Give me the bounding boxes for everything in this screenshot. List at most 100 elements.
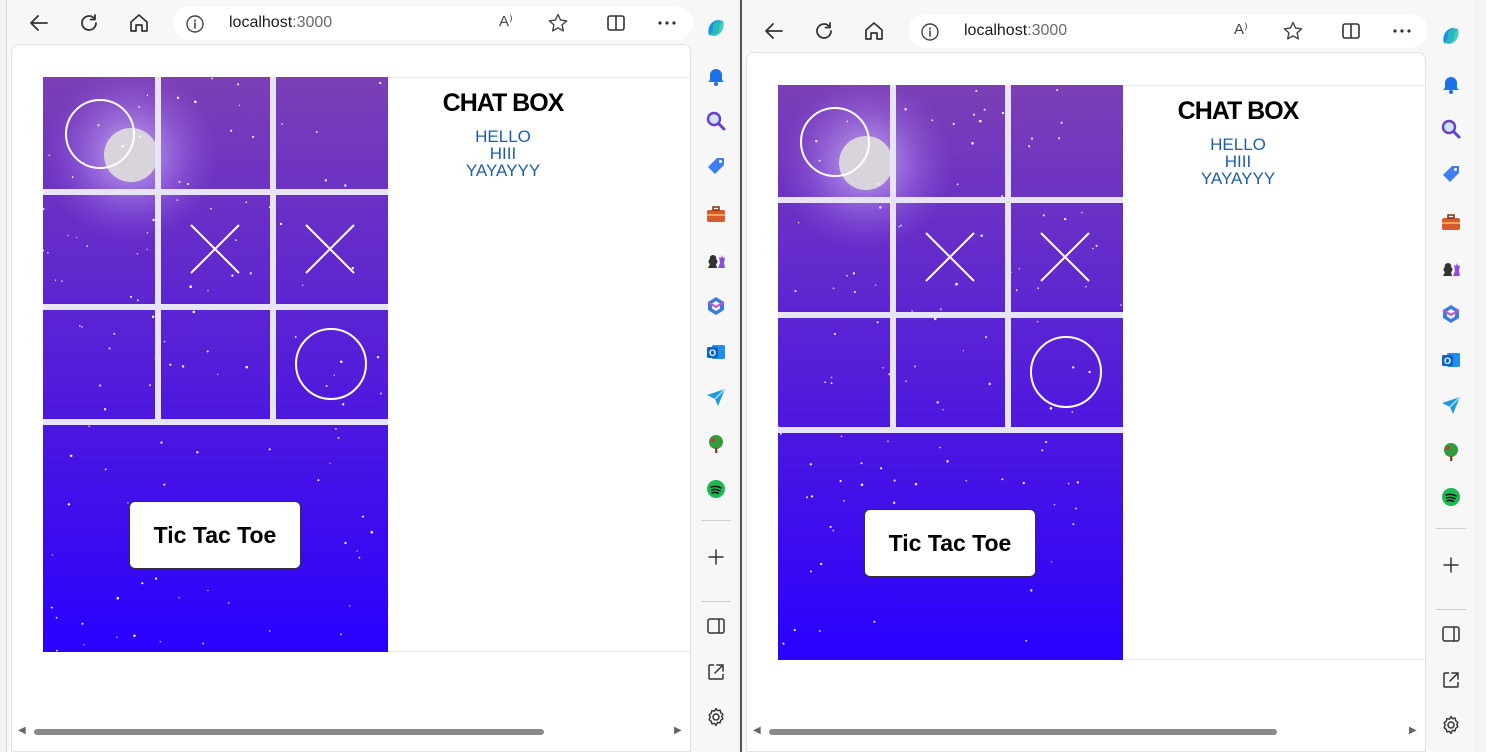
board-cell[interactable]	[1011, 85, 1123, 197]
copilot-icon[interactable]	[701, 13, 731, 43]
star-dot	[334, 427, 337, 430]
favorite-star-icon[interactable]	[1282, 20, 1304, 47]
star-dot	[337, 437, 340, 439]
tree-icon[interactable]	[701, 429, 731, 459]
star-dot	[843, 499, 845, 502]
read-aloud-icon[interactable]: A⁾	[499, 12, 513, 30]
notifications-bell-icon[interactable]	[1436, 69, 1466, 99]
star-dot	[81, 622, 84, 625]
star-dot	[329, 462, 331, 464]
horizontal-scrollbar[interactable]: ◀ ▶	[747, 725, 1425, 739]
add-icon[interactable]	[1436, 550, 1466, 580]
star-dot	[196, 451, 199, 454]
board-cell[interactable]	[276, 77, 388, 189]
tree-icon[interactable]	[1436, 437, 1466, 467]
home-icon[interactable]	[122, 6, 156, 40]
external-window-icon[interactable]	[701, 657, 731, 687]
sidebar-panel-icon[interactable]	[1436, 619, 1466, 649]
send-icon[interactable]	[1436, 390, 1466, 420]
scroll-right-arrow-icon[interactable]: ▶	[1409, 725, 1417, 736]
star-dot	[358, 556, 361, 559]
board-cell[interactable]	[276, 195, 388, 304]
chat-message: HELLO	[475, 127, 531, 146]
star-dot	[779, 432, 782, 435]
outlook-icon[interactable]: O	[1436, 345, 1466, 375]
board-cell[interactable]	[778, 85, 890, 197]
board-cell[interactable]	[896, 85, 1005, 197]
tools-briefcase-icon[interactable]	[1436, 207, 1466, 237]
send-icon[interactable]	[701, 382, 731, 412]
tools-briefcase-icon[interactable]	[701, 199, 731, 229]
scroll-left-arrow-icon[interactable]: ◀	[18, 725, 26, 736]
games-chess-icon[interactable]	[701, 245, 731, 275]
split-screen-icon[interactable]	[599, 6, 633, 40]
read-aloud-icon[interactable]: A⁾	[1234, 20, 1248, 38]
notifications-bell-icon[interactable]	[701, 61, 731, 91]
tic-tac-toe-button[interactable]: Tic Tac Toe	[864, 509, 1036, 577]
shopping-tag-icon[interactable]	[1436, 159, 1466, 189]
settings-gear-icon[interactable]	[1436, 710, 1466, 740]
star-dot	[344, 541, 347, 545]
games-chess-icon[interactable]	[1436, 253, 1466, 283]
board-cell[interactable]	[161, 195, 270, 304]
chat-title: CHAT BOX	[442, 89, 565, 117]
browser-toolbar: localhost:3000 A⁾	[742, 10, 1474, 54]
star-dot	[160, 441, 163, 444]
microsoft365-icon[interactable]	[701, 291, 731, 321]
more-icon[interactable]	[650, 6, 684, 40]
refresh-icon[interactable]	[72, 6, 106, 40]
star-dot	[1001, 478, 1004, 481]
browser-window-right: localhost:3000 A⁾ Tic Tac Toe CHAT BOX H…	[740, 0, 1474, 752]
search-icon[interactable]	[701, 106, 731, 136]
star-dot	[163, 483, 166, 486]
star-dot	[155, 577, 158, 580]
board-cell[interactable]	[43, 195, 155, 304]
spotify-icon[interactable]	[701, 474, 731, 504]
refresh-icon[interactable]	[807, 14, 841, 48]
chat-bottom-border	[388, 651, 690, 652]
sidebar-panel-icon[interactable]	[701, 611, 731, 641]
external-window-icon[interactable]	[1436, 665, 1466, 695]
board-cell[interactable]	[1011, 318, 1123, 427]
board-cell[interactable]	[43, 310, 155, 419]
back-icon[interactable]	[757, 14, 791, 48]
home-icon[interactable]	[857, 14, 891, 48]
board-cell[interactable]	[1011, 203, 1123, 312]
star-dot	[317, 479, 320, 482]
star-dot	[860, 483, 864, 487]
favorite-star-icon[interactable]	[547, 12, 569, 39]
board-cell[interactable]	[43, 77, 155, 189]
info-icon[interactable]	[185, 14, 205, 39]
board-cell[interactable]	[161, 77, 270, 189]
back-icon[interactable]	[22, 6, 56, 40]
sidebar-separator	[1436, 609, 1466, 610]
scroll-left-arrow-icon[interactable]: ◀	[753, 725, 761, 736]
star-dot	[1067, 482, 1070, 485]
more-icon[interactable]	[1385, 14, 1419, 48]
scrollbar-thumb[interactable]	[769, 729, 1277, 735]
board-cell[interactable]	[778, 318, 890, 427]
tic-tac-toe-game: Tic Tac Toe	[778, 85, 1123, 660]
search-icon[interactable]	[1436, 114, 1466, 144]
tic-tac-toe-button[interactable]: Tic Tac Toe	[129, 501, 301, 569]
board-cell[interactable]	[161, 310, 270, 419]
info-icon[interactable]	[920, 22, 940, 47]
microsoft365-icon[interactable]	[1436, 299, 1466, 329]
star-dot	[370, 530, 374, 534]
board-cell[interactable]	[896, 203, 1005, 312]
outlook-icon[interactable]: O	[701, 337, 731, 367]
page-viewport: Tic Tac Toe CHAT BOX HELLO HIII YAYAYYY …	[746, 52, 1426, 752]
settings-gear-icon[interactable]	[701, 702, 731, 732]
board-cell[interactable]	[778, 203, 890, 312]
add-icon[interactable]	[701, 542, 731, 572]
scroll-right-arrow-icon[interactable]: ▶	[674, 725, 682, 736]
star-dot	[83, 644, 85, 646]
horizontal-scrollbar[interactable]: ◀ ▶	[12, 725, 690, 739]
board-cell[interactable]	[276, 310, 388, 419]
copilot-icon[interactable]	[1436, 21, 1466, 51]
split-screen-icon[interactable]	[1334, 14, 1368, 48]
scrollbar-thumb[interactable]	[34, 729, 544, 735]
board-cell[interactable]	[896, 318, 1005, 427]
shopping-tag-icon[interactable]	[701, 151, 731, 181]
spotify-icon[interactable]	[1436, 482, 1466, 512]
